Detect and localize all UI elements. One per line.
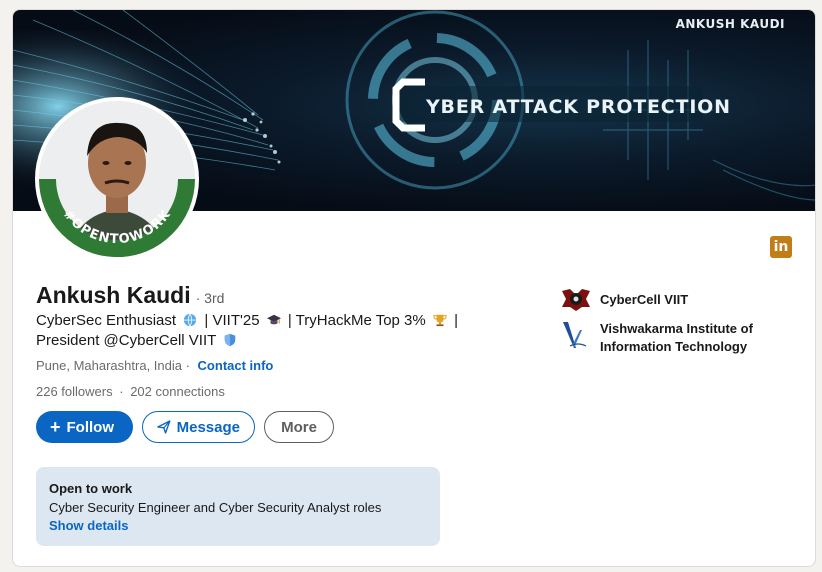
follow-label: Follow [66, 418, 115, 436]
avatar-photo: #OPENTOWORK [39, 101, 195, 257]
location-row: Pune, Maharashtra, India · Contact info [36, 358, 273, 373]
profile-location: Pune, Maharashtra, India · [36, 358, 190, 373]
connections-count[interactable]: 202 connections [130, 384, 225, 399]
follow-button[interactable]: + Follow [36, 411, 133, 443]
org-item-cybercell[interactable]: CyberCell VIIT [560, 285, 688, 313]
shield-icon [224, 333, 236, 347]
profile-card: ANKUSH KAUDI YBER ATTACK PROTECTION #OPE… [12, 9, 816, 567]
org-name-cybercell: CyberCell VIIT [600, 291, 689, 307]
more-button[interactable]: More [264, 411, 334, 443]
profile-headline: CyberSec Enthusiast | VIIT'25 | TryHackM… [36, 311, 491, 351]
linkedin-icon[interactable]: in [770, 236, 792, 258]
open-to-work-roles: Cyber Security Engineer and Cyber Securi… [49, 500, 382, 515]
trophy-icon [433, 314, 447, 327]
globe-icon [184, 313, 197, 327]
more-label: More [281, 418, 317, 436]
message-label: Message [176, 418, 240, 436]
org-item-viit[interactable]: Vishwakarma Institute of Information Tec… [560, 320, 770, 356]
headline-part-2: | VIIT'25 [204, 312, 260, 329]
graduation-cap-icon [266, 314, 281, 325]
profile-avatar[interactable]: #OPENTOWORK [35, 97, 199, 261]
plus-icon: + [50, 417, 61, 437]
contact-info-link[interactable]: Contact info [198, 358, 274, 373]
open-to-work-title: Open to work [49, 481, 133, 496]
avatar-portrait: #OPENTOWORK [39, 101, 195, 257]
send-icon [157, 420, 171, 434]
banner-watermark: ANKUSH KAUDI [675, 17, 785, 31]
profile-actions: + Follow Message More [36, 411, 334, 443]
banner-headline: YBER ATTACK PROTECTION [426, 96, 731, 118]
cybercell-logo-icon [561, 287, 591, 311]
followers-count[interactable]: 226 followers [36, 384, 113, 399]
connection-degree: · 3rd [195, 290, 225, 306]
network-stats: 226 followers · 202 connections [36, 384, 225, 399]
headline-part-3: | TryHackMe Top 3% [287, 312, 426, 329]
stats-separator: · [119, 384, 124, 399]
show-details-link[interactable]: Show details [49, 518, 427, 533]
headline-part-1: CyberSec Enthusiast [36, 312, 177, 329]
profile-name: Ankush Kaudi [36, 282, 191, 308]
open-to-work-card[interactable]: Open to work Cyber Security Engineer and… [36, 467, 440, 546]
message-button[interactable]: Message [142, 411, 255, 443]
name-row: Ankush Kaudi · 3rd [36, 282, 224, 309]
viit-logo-icon [563, 322, 587, 348]
org-name-viit: Vishwakarma Institute of Information Tec… [600, 321, 753, 354]
